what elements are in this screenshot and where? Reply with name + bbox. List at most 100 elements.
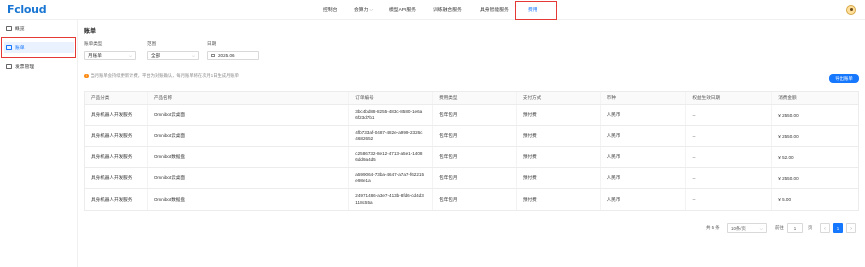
cell-product: Omnibot云桌面 xyxy=(148,168,350,188)
cell-amount: ¥ 2550.00 xyxy=(778,133,799,139)
cell-effective-date: -- xyxy=(686,189,773,210)
table-row: 具身机器人开发服务 Omnibot云桌面 4fb733af-0487-482e-… xyxy=(85,126,858,147)
cell-currency: 人民币 xyxy=(601,168,687,188)
sidebar-item-label: 发票管理 xyxy=(15,65,35,70)
cell-fee-type: 包年包月 xyxy=(433,105,517,125)
page-suffix: 页 xyxy=(808,225,813,230)
top-navbar: Fcloud 控制台 会算力⌵ 模型API服务 训练融合服务 具身智能服务 费用 xyxy=(0,0,865,20)
table-row: 具身机器人开发服务 Omnibot云桌面 3bc4bd88-8255-483c-… xyxy=(85,105,858,126)
calendar-icon xyxy=(211,53,215,58)
cell-category: 具身机器人开发服务 xyxy=(85,105,148,125)
cell-fee-type: 包年包月 xyxy=(433,189,517,210)
scope-label: 范围 xyxy=(147,41,157,46)
nav-billing-highlight-box xyxy=(515,1,557,20)
pagination-total: 共 5 条 xyxy=(706,225,720,230)
warning-icon: ! xyxy=(84,73,89,79)
cell-currency: 人民币 xyxy=(601,105,687,125)
invoice-icon xyxy=(6,64,12,69)
cell-amount: ¥ 2550.00 xyxy=(778,112,799,118)
cell-product: Omnibot数据盘 xyxy=(148,147,350,167)
cell-effective-date: -- xyxy=(686,147,773,167)
nav-compute-label: 会算力 xyxy=(354,8,369,13)
nav-compute[interactable]: 会算力⌵ xyxy=(354,6,373,13)
sidebar-bill-highlight-box xyxy=(1,37,76,58)
bill-table: 产品分类 产品名称 订单编号 费用类型 支付方式 币种 权益生效日期 消费金额 … xyxy=(84,91,859,211)
cell-payment: 预付费 xyxy=(517,105,601,125)
nav-model-api[interactable]: 模型API服务 xyxy=(389,6,416,13)
col-header: 订单编号 xyxy=(349,92,434,104)
date-value: 2025.06 xyxy=(218,53,235,58)
nav-console[interactable]: 控制台 xyxy=(323,6,337,13)
col-header: 币种 xyxy=(601,92,687,104)
scope-select[interactable]: 全部 ⌵ xyxy=(147,51,199,60)
col-header: 权益生效日期 xyxy=(686,92,773,104)
sidebar-item-overview[interactable]: 概览 xyxy=(4,23,74,34)
date-label: 日期 xyxy=(207,41,217,46)
cell-fee-type: 包年包月 xyxy=(433,168,517,188)
cell-fee-type: 包年包月 xyxy=(433,147,517,167)
cell-order-id: 24971486-a3e7-413b-8fd6-cd4d3118c55a xyxy=(349,189,434,210)
col-header: 产品名称 xyxy=(148,92,350,104)
cell-amount: ¥ 2550.00 xyxy=(778,175,799,181)
avatar[interactable] xyxy=(846,5,856,15)
page-size-value: 10条/页 xyxy=(731,226,746,231)
cell-payment: 预付费 xyxy=(517,147,601,167)
bill-type-select[interactable]: 月账单 ⌵ xyxy=(84,51,136,60)
app-logo[interactable]: Fcloud xyxy=(7,3,47,16)
cell-category: 具身机器人开发服务 xyxy=(85,168,148,188)
sidebar-item-invoice[interactable]: 发票管理 xyxy=(4,61,74,72)
sidebar-item-label: 概览 xyxy=(15,27,25,32)
cell-order-id: a599064-73ba-4647-a7a7-f62215e98e1a xyxy=(349,168,434,188)
date-picker[interactable]: 2025.06 xyxy=(207,51,259,60)
table-row: 具身机器人开发服务 Omnibot云桌面 a599064-73ba-4647-a… xyxy=(85,168,858,189)
col-header: 费用类型 xyxy=(433,92,517,104)
overview-icon xyxy=(6,26,12,31)
chevron-down-icon: ⌵ xyxy=(128,53,132,58)
table-row: 具身机器人开发服务 Omnibot数据盘 c2586732-8e12-4713-… xyxy=(85,147,858,168)
col-header: 消费金额 xyxy=(778,95,797,100)
goto-label: 前往 xyxy=(775,225,784,230)
bill-type-value: 月账单 xyxy=(88,53,102,58)
table-header: 产品分类 产品名称 订单编号 费用类型 支付方式 币种 权益生效日期 消费金额 xyxy=(85,92,858,105)
notice-text: 当月账单会持续更新计费，平台为对账确认，每月账单将在次月1日生成月账单 xyxy=(90,73,239,78)
cell-product: Omnibot云桌面 xyxy=(148,105,350,125)
nav-embodied[interactable]: 具身智能服务 xyxy=(480,6,509,13)
page-size-select[interactable]: 10条/页 ⌵ xyxy=(727,223,767,233)
cell-currency: 人民币 xyxy=(601,189,687,210)
col-header: 产品分类 xyxy=(85,92,148,104)
page-title: 账单 xyxy=(84,29,97,35)
bill-type-label: 账单类型 xyxy=(84,41,103,46)
next-page-button[interactable]: > xyxy=(846,223,856,233)
cell-amount: ¥ 52.00 xyxy=(778,154,794,160)
cell-effective-date: -- xyxy=(686,105,773,125)
chevron-down-icon: ⌵ xyxy=(369,8,374,13)
cell-currency: 人民币 xyxy=(601,126,687,146)
cell-payment: 预付费 xyxy=(517,126,601,146)
billing-notice: ! 当月账单会持续更新计费，平台为对账确认，每月账单将在次月1日生成月账单 xyxy=(84,73,239,79)
chevron-down-icon: ⌵ xyxy=(759,226,763,231)
cell-effective-date: -- xyxy=(686,126,773,146)
chevron-down-icon: ⌵ xyxy=(191,53,195,58)
cell-category: 具身机器人开发服务 xyxy=(85,147,148,167)
export-bill-button[interactable]: 导出账单 xyxy=(829,74,859,83)
cell-fee-type: 包年包月 xyxy=(433,126,517,146)
cell-payment: 预付费 xyxy=(517,168,601,188)
cell-amount: ¥ 5.00 xyxy=(778,197,792,202)
cell-category: 具身机器人开发服务 xyxy=(85,189,148,210)
cell-order-id: 3bc4bd88-8255-483c-8580-1e6a6f23d7b1 xyxy=(349,105,434,125)
goto-page-input[interactable]: 1 xyxy=(787,223,803,233)
cell-order-id: 4fb733af-0487-482e-a999-2326c4682652 xyxy=(349,126,434,146)
cell-product: Omnibot云桌面 xyxy=(148,126,350,146)
table-row: 具身机器人开发服务 Omnibot数据盘 24971486-a3e7-413b-… xyxy=(85,189,858,210)
cell-currency: 人民币 xyxy=(601,147,687,167)
scope-value: 全部 xyxy=(151,53,161,58)
cell-category: 具身机器人开发服务 xyxy=(85,126,148,146)
prev-page-button[interactable]: < xyxy=(820,223,830,233)
nav-training[interactable]: 训练融合服务 xyxy=(433,6,462,13)
cell-order-id: c2586732-8e12-4713-a5e1-14086dd9a4d5 xyxy=(349,147,434,167)
cell-effective-date: -- xyxy=(686,168,773,188)
cell-payment: 预付费 xyxy=(517,189,601,210)
page-1-button[interactable]: 1 xyxy=(833,223,843,233)
col-header: 支付方式 xyxy=(517,92,601,104)
cell-product: Omnibot数据盘 xyxy=(148,189,350,210)
